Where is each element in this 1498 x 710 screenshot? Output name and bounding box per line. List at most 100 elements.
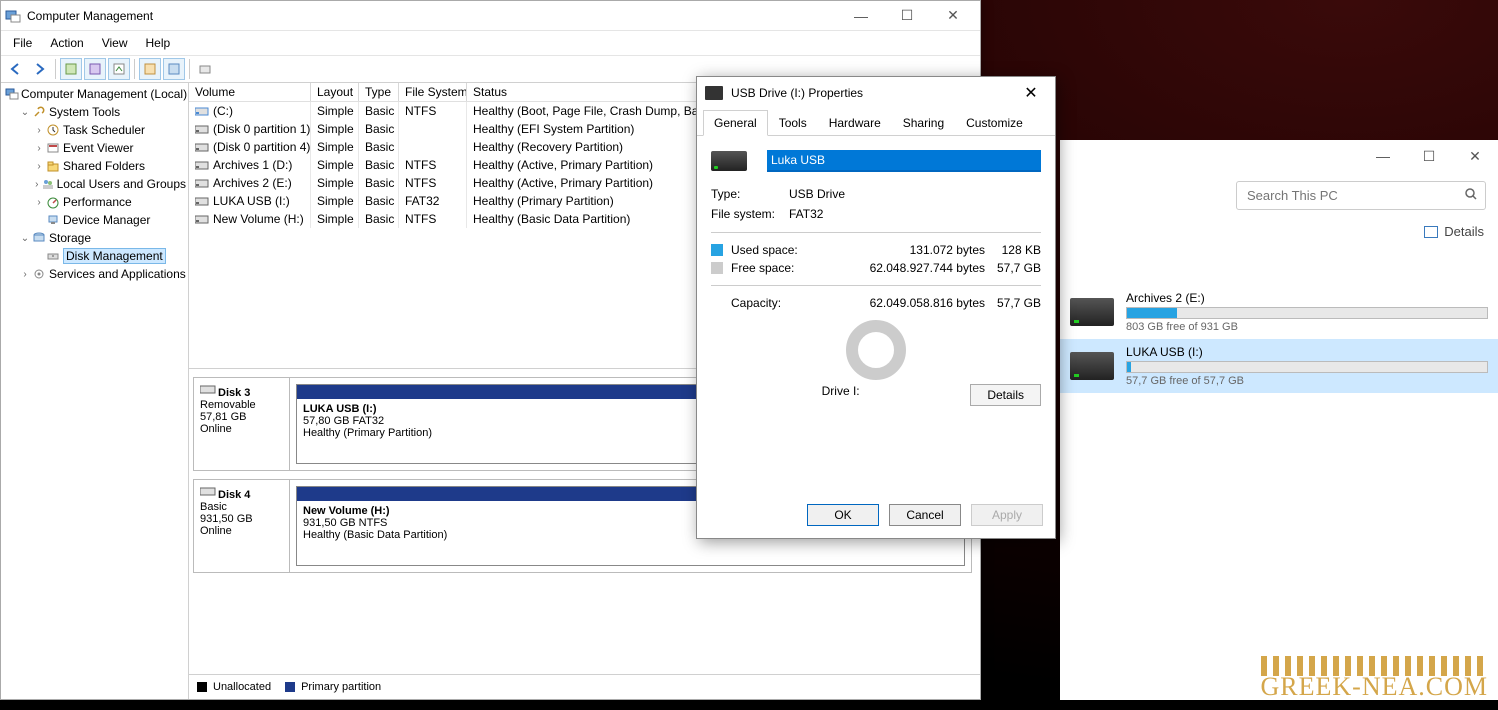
toolbar-btn-2[interactable] [84,58,106,80]
explorer-drive-item[interactable]: LUKA USB (I:)57,7 GB free of 57,7 GB [1060,339,1498,393]
cm-titlebar[interactable]: Computer Management — ☐ ✕ [1,1,980,31]
explorer-close[interactable]: ✕ [1452,141,1498,171]
drive-icon [1070,298,1114,326]
explorer-command-bar: Details [1060,218,1498,245]
toolbar-btn-5[interactable] [163,58,185,80]
legend-unalloc-swatch [197,682,207,692]
tree-local-users[interactable]: ›Local Users and Groups [31,175,188,193]
tree-disk-management[interactable]: Disk Management [31,247,188,265]
refresh-icon[interactable] [108,58,130,80]
type-label: Type: [711,187,789,201]
forward-icon[interactable] [29,58,51,80]
used-bytes: 131.072 bytes [855,243,985,257]
legend-primary-swatch [285,682,295,692]
disk-management-icon [45,248,61,264]
legend-primary-label: Primary partition [301,681,381,693]
tree-task-scheduler[interactable]: ›Task Scheduler [31,121,188,139]
close-button[interactable]: ✕ [930,2,976,30]
tree-shared-folders[interactable]: ›Shared Folders [31,157,188,175]
cm-menubar: File Action View Help [1,31,980,55]
minimize-button[interactable]: — [838,2,884,30]
details-label[interactable]: Details [1444,224,1484,239]
free-label: Free space: [731,261,855,275]
used-short: 128 KB [985,243,1041,257]
used-label: Used space: [731,243,855,257]
menu-action[interactable]: Action [42,34,91,52]
details-button[interactable]: Details [970,384,1041,406]
props-close-button[interactable]: ✕ [1015,79,1047,107]
free-swatch [711,262,723,274]
drive-icon [1070,352,1114,380]
menu-help[interactable]: Help [138,34,179,52]
drive-properties-dialog: USB Drive (I:) Properties ✕ General Tool… [696,76,1056,539]
volume-icon [195,106,209,118]
capacity-label: Capacity: [731,296,855,310]
search-icon[interactable] [1464,187,1478,201]
props-titlebar[interactable]: USB Drive (I:) Properties ✕ [697,77,1055,109]
toolbar-btn-6[interactable] [194,58,216,80]
tab-customize[interactable]: Customize [955,110,1034,136]
drive-name-input[interactable] [767,150,1041,172]
disk-info: Disk 4Basic931,50 GBOnline [194,480,290,572]
usage-bar [1126,361,1488,373]
volume-icon [195,160,209,172]
explorer-drive-item[interactable]: Archives 2 (E:)803 GB free of 931 GB [1060,285,1498,339]
capacity-bytes: 62.049.058.816 bytes [855,296,985,310]
explorer-minimize[interactable]: — [1360,141,1406,171]
props-tabs: General Tools Hardware Sharing Customize [697,109,1055,136]
tree-system-tools[interactable]: ⌄System Tools [17,103,188,121]
menu-view[interactable]: View [94,34,136,52]
cancel-button[interactable]: Cancel [889,504,961,526]
explorer-toolbar [1060,172,1498,218]
system-tools-icon [31,104,47,120]
menu-file[interactable]: File [5,34,40,52]
tree-root[interactable]: Computer Management (Local) [3,85,188,103]
services-icon [31,266,47,282]
volume-icon [195,178,209,190]
maximize-button[interactable]: ☐ [884,2,930,30]
free-bytes: 62.048.927.744 bytes [855,261,985,275]
disk-info: Disk 3Removable57,81 GBOnline [194,378,290,470]
cm-title: Computer Management [27,9,838,23]
tab-tools[interactable]: Tools [768,110,818,136]
drive-large-icon [711,151,747,171]
col-volume[interactable]: Volume [189,83,311,101]
tree-device-manager[interactable]: Device Manager [31,211,188,229]
drive-name: Archives 2 (E:) [1126,291,1488,305]
shared-folders-icon [45,158,61,174]
apply-button[interactable]: Apply [971,504,1043,526]
tree-performance[interactable]: ›Performance [31,193,188,211]
props-title: USB Drive (I:) Properties [731,86,1015,100]
cm-root-icon [5,86,19,102]
disk-icon [200,384,216,396]
type-value: USB Drive [789,187,1041,201]
volume-icon [195,124,209,136]
tree-storage[interactable]: ⌄Storage [17,229,188,247]
cm-tree-pane: Computer Management (Local) ⌄System Tool… [1,83,189,699]
search-input[interactable] [1236,181,1486,210]
col-filesystem[interactable]: File System [399,83,467,101]
storage-icon [31,230,47,246]
ok-button[interactable]: OK [807,504,879,526]
toolbar-btn-4[interactable] [139,58,161,80]
fs-label: File system: [711,207,789,221]
used-swatch [711,244,723,256]
explorer-titlebar[interactable]: — ☐ ✕ [1060,140,1498,172]
disk-legend: Unallocated Primary partition [189,675,980,699]
volume-icon [195,196,209,208]
tree-services[interactable]: ›Services and Applications [17,265,188,283]
tab-sharing[interactable]: Sharing [892,110,955,136]
back-icon[interactable] [5,58,27,80]
legend-unalloc-label: Unallocated [213,681,271,693]
volume-icon [195,142,209,154]
toolbar-btn-1[interactable] [60,58,82,80]
col-type[interactable]: Type [359,83,399,101]
capacity-short: 57,7 GB [985,296,1041,310]
disk-icon [200,486,216,498]
tab-general[interactable]: General [703,110,768,136]
tab-hardware[interactable]: Hardware [818,110,892,136]
col-layout[interactable]: Layout [311,83,359,101]
tree-event-viewer[interactable]: ›Event Viewer [31,139,188,157]
details-view-icon[interactable] [1424,226,1438,238]
explorer-maximize[interactable]: ☐ [1406,141,1452,171]
